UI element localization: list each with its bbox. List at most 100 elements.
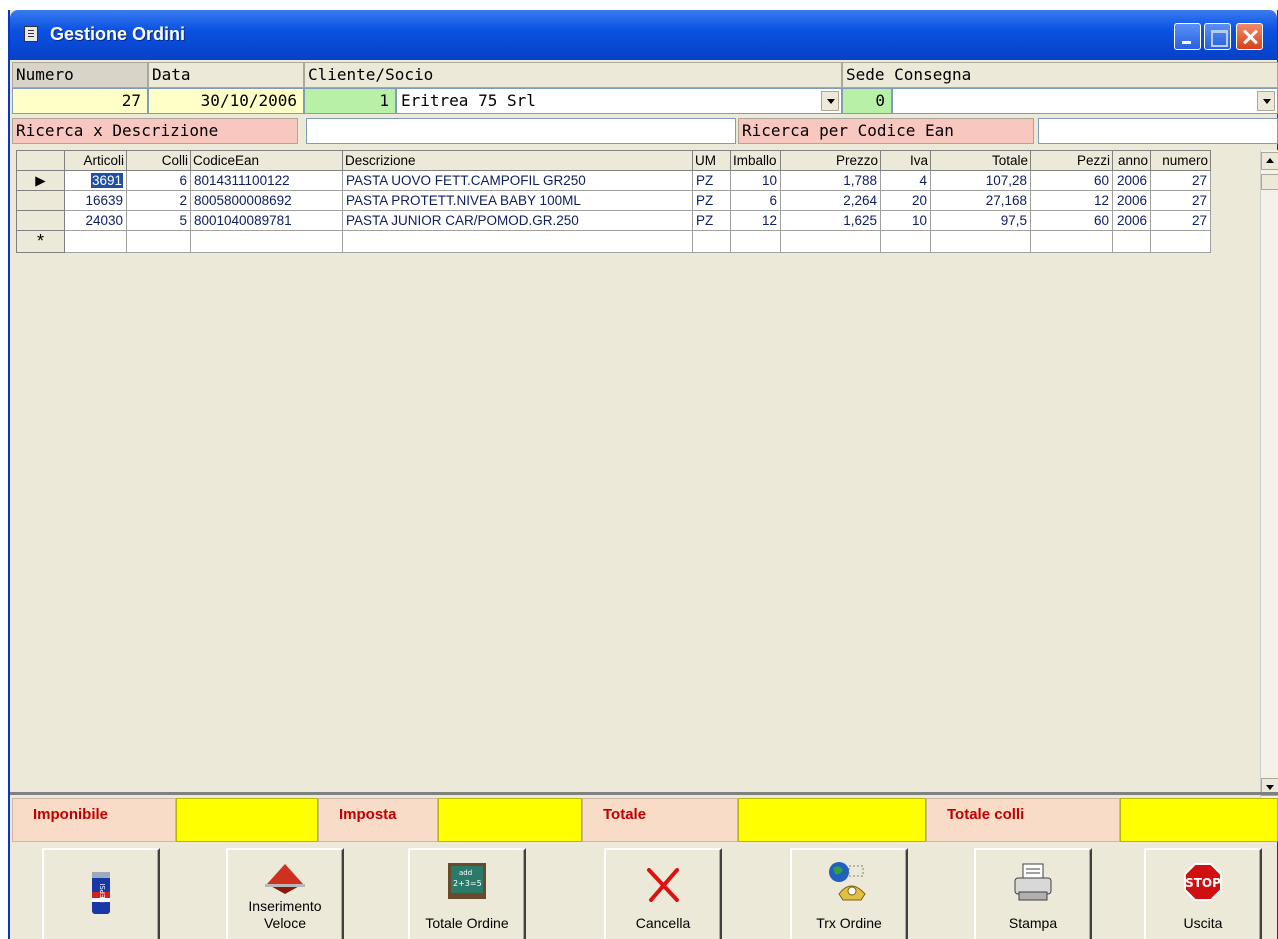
empty-cell[interactable]	[730, 230, 781, 253]
col-header-prezzo[interactable]: Prezzo	[780, 150, 881, 171]
cell-prezzo[interactable]: 1,625	[780, 210, 881, 231]
minimize-button[interactable]	[1174, 23, 1201, 50]
empty-cell[interactable]	[126, 230, 191, 253]
table-row[interactable]: ▶ 3691 6 8014311100122 PASTA UOVO FETT.C…	[16, 170, 1211, 191]
cell-um[interactable]: PZ	[692, 170, 731, 191]
col-header-totale[interactable]: Totale	[930, 150, 1031, 171]
uscita-button[interactable]: STOP Uscita	[1144, 848, 1262, 939]
cell-anno[interactable]: 2006	[1112, 190, 1151, 211]
cancella-button[interactable]: Cancella	[604, 848, 722, 939]
scroll-thumb[interactable]	[1261, 174, 1278, 190]
empty-cell[interactable]	[1112, 230, 1151, 253]
cell-prezzo[interactable]: 1,788	[780, 170, 881, 191]
cell-pezzi[interactable]: 12	[1030, 190, 1113, 211]
maximize-button[interactable]	[1204, 23, 1231, 50]
cell-colli[interactable]: 2	[126, 190, 191, 211]
cell-um[interactable]: PZ	[692, 190, 731, 211]
empty-cell[interactable]	[780, 230, 881, 253]
new-record-marker-icon[interactable]: *	[16, 230, 65, 253]
stampa-button[interactable]: Stampa	[974, 848, 1092, 939]
cell-articoli[interactable]: 24030	[64, 210, 127, 231]
col-header-codiceean[interactable]: CodiceEan	[190, 150, 343, 171]
cell-um[interactable]: PZ	[692, 210, 731, 231]
cell-totale[interactable]: 107,28	[930, 170, 1031, 191]
cell-articoli[interactable]: 3691	[64, 170, 127, 191]
cell-numero[interactable]: 27	[1150, 210, 1211, 231]
sede-combo[interactable]	[892, 88, 1278, 114]
stop-text: STOP	[1185, 876, 1221, 890]
scroll-up-icon[interactable]	[1261, 152, 1278, 170]
cell-imballo[interactable]: 6	[730, 190, 781, 211]
empty-cell[interactable]	[1030, 230, 1113, 253]
cell-imballo[interactable]: 10	[730, 170, 781, 191]
cell-codiceean[interactable]: 8001040089781	[190, 210, 343, 231]
cell-codiceean[interactable]: 8014311100122	[190, 170, 343, 191]
cell-iva[interactable]: 10	[880, 210, 931, 231]
cell-codiceean[interactable]: 8005800008692	[190, 190, 343, 211]
cell-prezzo[interactable]: 2,264	[780, 190, 881, 211]
cell-descrizione[interactable]: PASTA UOVO FETT.CAMPOFIL GR250	[342, 170, 693, 191]
cell-anno[interactable]: 2006	[1112, 170, 1151, 191]
numero-field[interactable]: 27	[12, 88, 148, 114]
pepsi-button[interactable]: PEPSI	[42, 848, 160, 939]
cliente-combo[interactable]: Eritrea 75 Srl	[396, 88, 842, 114]
trx-ordine-button[interactable]: Trx Ordine	[790, 848, 908, 939]
close-button[interactable]	[1236, 23, 1263, 50]
empty-cell[interactable]	[880, 230, 931, 253]
row-selector[interactable]	[16, 210, 65, 231]
totale-ordine-button[interactable]: add 2+3=5 Totale Ordine	[408, 848, 526, 939]
chevron-down-icon[interactable]	[821, 91, 839, 111]
cell-colli[interactable]: 6	[126, 170, 191, 191]
data-field[interactable]: 30/10/2006	[148, 88, 304, 114]
ricerca-ean-input[interactable]	[1038, 118, 1278, 144]
col-header-anno[interactable]: anno	[1112, 150, 1151, 171]
empty-cell[interactable]	[1150, 230, 1211, 253]
cell-pezzi[interactable]: 60	[1030, 210, 1113, 231]
cell-iva[interactable]: 20	[880, 190, 931, 211]
cell-descrizione[interactable]: PASTA JUNIOR CAR/POMOD.GR.250	[342, 210, 693, 231]
cell-articoli[interactable]: 16639	[64, 190, 127, 211]
grid-vertical-scrollbar[interactable]	[1260, 150, 1278, 798]
cell-totale[interactable]: 27,168	[930, 190, 1031, 211]
cell-pezzi[interactable]: 60	[1030, 170, 1113, 191]
cell-iva[interactable]: 4	[880, 170, 931, 191]
cell-descrizione[interactable]: PASTA PROTETT.NIVEA BABY 100ML	[342, 190, 693, 211]
empty-cell[interactable]	[342, 230, 693, 253]
chevron-down-icon[interactable]	[1257, 91, 1275, 111]
cell-anno[interactable]: 2006	[1112, 210, 1151, 231]
cliente-code-field[interactable]: 1	[304, 88, 396, 114]
imponibile-value	[176, 798, 318, 842]
totale-value	[738, 798, 926, 842]
empty-cell[interactable]	[64, 230, 127, 253]
cell-imballo[interactable]: 12	[730, 210, 781, 231]
col-header-colli[interactable]: Colli	[126, 150, 191, 171]
numero-label: Numero	[12, 62, 148, 88]
caption-line-2: Veloce	[263, 915, 307, 931]
ricerca-descrizione-input[interactable]	[306, 118, 736, 144]
title-bar[interactable]: Gestione Ordini	[10, 10, 1277, 60]
table-row[interactable]: 16639 2 8005800008692 PASTA PROTETT.NIVE…	[16, 190, 1211, 211]
row-selector[interactable]	[16, 190, 65, 211]
cell-colli[interactable]: 5	[126, 210, 191, 231]
empty-cell[interactable]	[930, 230, 1031, 253]
col-header-pezzi[interactable]: Pezzi	[1030, 150, 1113, 171]
down-arrow-icon	[265, 864, 305, 894]
table-row[interactable]: 24030 5 8001040089781 PASTA JUNIOR CAR/P…	[16, 210, 1211, 231]
empty-cell[interactable]	[692, 230, 731, 253]
cell-numero[interactable]: 27	[1150, 170, 1211, 191]
col-header-numero[interactable]: numero	[1150, 150, 1211, 171]
empty-cell[interactable]	[190, 230, 343, 253]
current-row-indicator-icon[interactable]: ▶	[16, 170, 65, 191]
col-header-descrizione[interactable]: Descrizione	[342, 150, 693, 171]
cell-totale[interactable]: 97,5	[930, 210, 1031, 231]
col-header-imballo[interactable]: Imballo	[730, 150, 781, 171]
sede-code-field[interactable]: 0	[842, 88, 892, 114]
col-header-iva[interactable]: Iva	[880, 150, 931, 171]
col-header-um[interactable]: UM	[692, 150, 731, 171]
inserimento-veloce-button[interactable]: Inserimento Veloce	[226, 848, 344, 939]
cell-numero[interactable]: 27	[1150, 190, 1211, 211]
col-header-articoli[interactable]: Articoli	[64, 150, 127, 171]
data-label: Data	[148, 62, 304, 88]
ricerca-ean-label: Ricerca per Codice Ean	[738, 118, 1034, 144]
new-record-row[interactable]: *	[16, 230, 1211, 253]
